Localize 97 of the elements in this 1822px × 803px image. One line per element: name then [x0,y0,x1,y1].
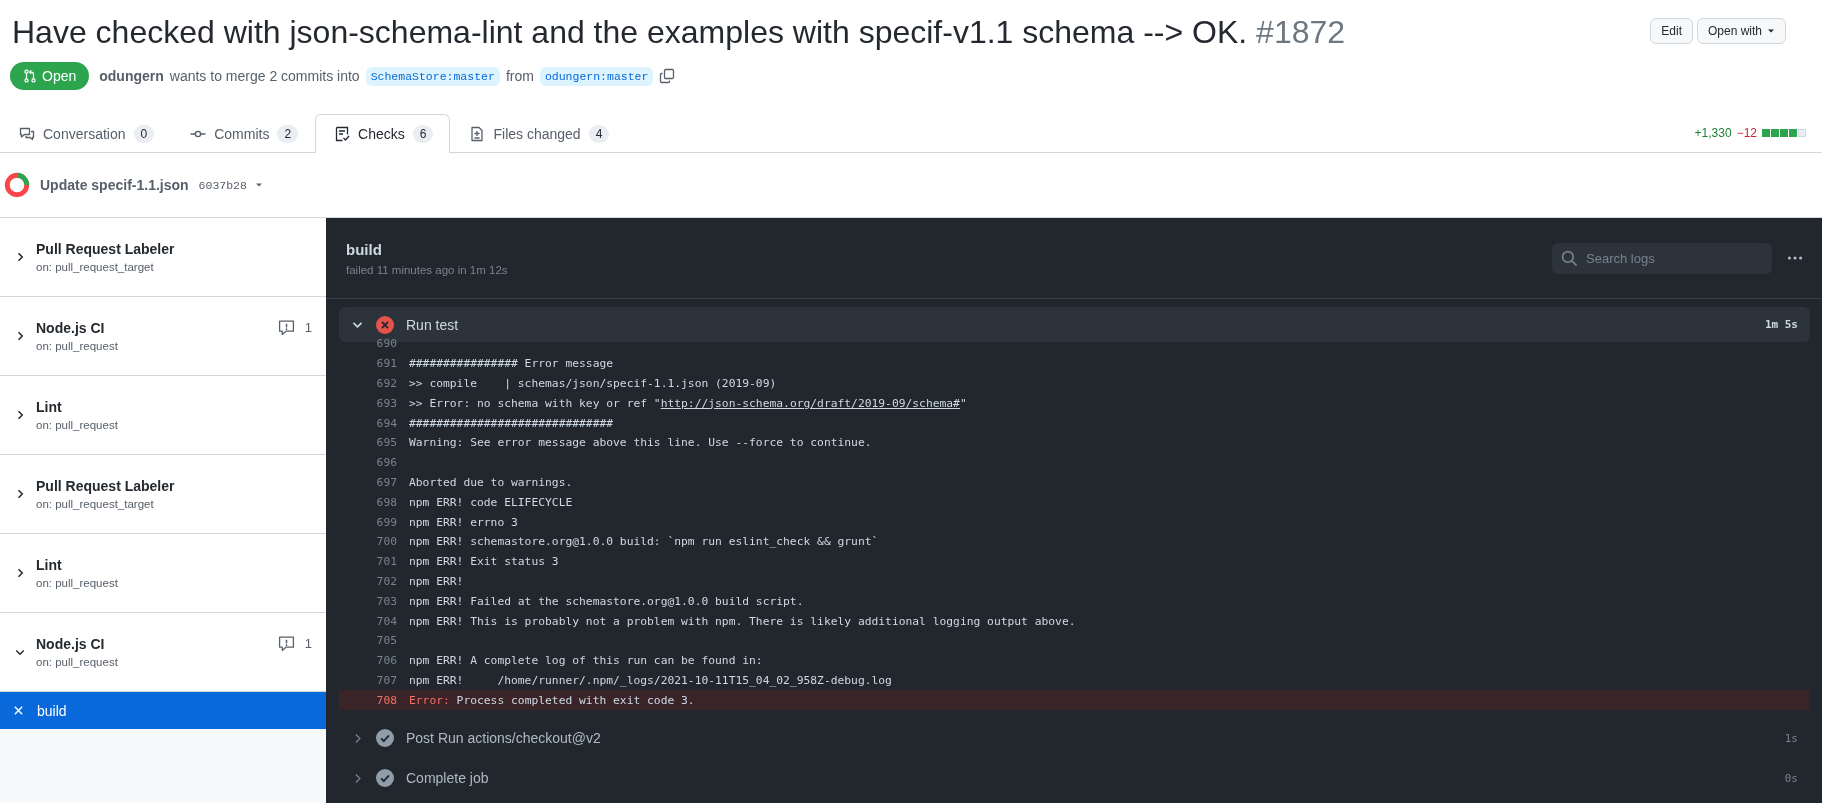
workflow-trigger: on: pull_request [36,419,119,431]
log-text: npm ERR! A complete log of this run can be found in: [409,654,763,668]
workflow-name: Lint [36,557,63,573]
tab-counter: 6 [412,125,434,143]
log-text: ################ Error message [409,357,614,371]
copy-icon[interactable] [659,68,676,84]
log-text: npm ERR! [409,574,464,588]
line-number: 696 [375,456,398,470]
line-number: 704 [375,614,398,628]
workflow-item[interactable]: Lint on: pull_request [0,534,326,613]
file-diff-icon [469,126,486,142]
log-text: Warning: See error message above this line. Use --force to continue. [409,436,872,450]
line-number: 693 [375,396,398,410]
line-number: 708 [375,693,398,707]
search-icon [1561,249,1578,267]
commit-message[interactable]: Update specif-1.1.json [40,177,189,193]
edit-button[interactable]: Edit [1650,18,1693,44]
annotation-count: 1 [304,635,312,651]
annotation-count: 1 [304,319,312,335]
line-number: 697 [375,475,398,489]
line-number: 694 [375,416,398,430]
workflow-trigger: on: pull_request [36,340,119,352]
commit-sha[interactable]: 6037b28 [198,178,263,192]
log-text: Aborted due to warnings. [409,475,573,489]
step-header[interactable]: Complete job 0s [339,758,1810,799]
line-number: 692 [375,377,398,390]
log-text: npm ERR! Exit status 3 [409,555,559,569]
log-text: npm ERR! Failed at the schemastore.org@1.0.0 build script. [409,594,804,608]
job-item[interactable]: build [0,692,326,729]
workflow-trigger: on: pull_request [36,656,119,668]
workflow-trigger: on: pull_request [36,577,119,589]
open-with-button[interactable]: Open with [1696,18,1786,44]
line-number: 707 [375,673,398,687]
log-text: >> compile | schemas/json/specif-1.1.json (2019-09) [409,377,777,390]
workflow-item[interactable]: Node.js CI on: pull_request 1 [0,613,326,692]
step-header[interactable]: Post Run actions/checkout@v2 1s [339,718,1810,759]
workflow-item[interactable]: Lint on: pull_request [0,376,326,455]
workflow-item[interactable]: Pull Request Labeler on: pull_request_target [0,455,326,534]
tab[interactable]: Conversation 0 [0,114,172,153]
tab-counter: 4 [588,125,610,143]
workflow-trigger: on: pull_request_target [36,261,155,273]
branch-label[interactable]: SchemaStore:master [365,66,500,86]
workflow-name: Pull Request Labeler [36,478,176,494]
log-text: npm ERR! code ELIFECYCLE [409,495,573,509]
tab[interactable]: Checks 6 [315,114,451,153]
tab[interactable]: Commits 2 [171,114,316,153]
log-text: npm ERR! This is probably not a problem with npm. There is likely additional logging output above. [409,614,1076,628]
speech-bubbles-icon [19,126,35,142]
log-text: >> Error: no schema with key or ref " [409,396,661,410]
deletions-count: −12 [1736,126,1757,140]
line-number: 695 [375,436,398,450]
line-number: 691 [375,357,398,371]
workflow-name: Lint [36,399,63,415]
pr-title: Have checked with json-schema-lint and the examples with specif-v1.1 schema --> OK. [12,14,1249,51]
caret-icon [254,181,263,189]
log-text: npm ERR! schemastore.org@1.0.0 build: `npm run eslint_check && grunt` [409,535,879,549]
author-link[interactable]: odungern [99,68,164,84]
status-ring-icon [4,172,30,198]
line-number: 699 [375,515,398,529]
workflow-name: Pull Request Labeler [36,241,176,257]
line-number: 700 [375,535,398,549]
job-title: build [346,240,383,258]
status-badge: Open [10,62,90,90]
workflow-item[interactable]: Pull Request Labeler on: pull_request_target [0,218,326,297]
line-number: 705 [375,634,398,648]
comment-alert-icon [277,318,295,336]
workflow-trigger: on: pull_request_target [36,498,155,510]
log-text: Error: Process completed with exit code 3. [409,693,695,707]
job-summary: failed 11 minutes ago in 1m 12s [346,263,509,276]
line-number: 701 [375,555,398,569]
tab[interactable]: Files changed 4 [450,114,627,153]
log-text: ############################## [409,416,614,430]
pull-request-icon [23,69,37,83]
step-duration: 1m 5s [1764,318,1798,331]
search-field[interactable]: Search logs [1552,242,1772,274]
workflow-item[interactable]: Node.js CI on: pull_request 1 [0,297,326,376]
line-number: 702 [375,574,398,588]
additions-count: +1,330 [1694,126,1732,140]
workflow-name: Node.js CI [36,636,106,652]
log-text: npm ERR! errno 3 [409,515,518,529]
checklist-icon [334,126,351,142]
line-number: 703 [375,594,398,608]
from-text: from [505,68,534,84]
pr-number: #1872 [1256,14,1346,51]
line-number: 698 [375,495,398,509]
step-duration: 0s [1784,771,1798,785]
step-duration: 1s [1784,731,1798,745]
line-number: 706 [375,654,398,668]
tab-counter: 2 [277,125,299,143]
log-text: " [959,396,967,410]
branch-label[interactable]: odungern:master [539,66,654,86]
comment-alert-icon [277,634,295,652]
tab-counter: 0 [133,125,155,143]
merge-text: wants to merge 2 commits into [169,68,360,84]
log-link[interactable]: http://json-schema.org/draft/2019-09/schema# [660,396,960,410]
log-text: npm ERR! /home/runner/.npm/_logs/2021-10-11T15_04_02_958Z-debug.log [409,673,892,687]
workflow-name: Node.js CI [36,320,106,336]
